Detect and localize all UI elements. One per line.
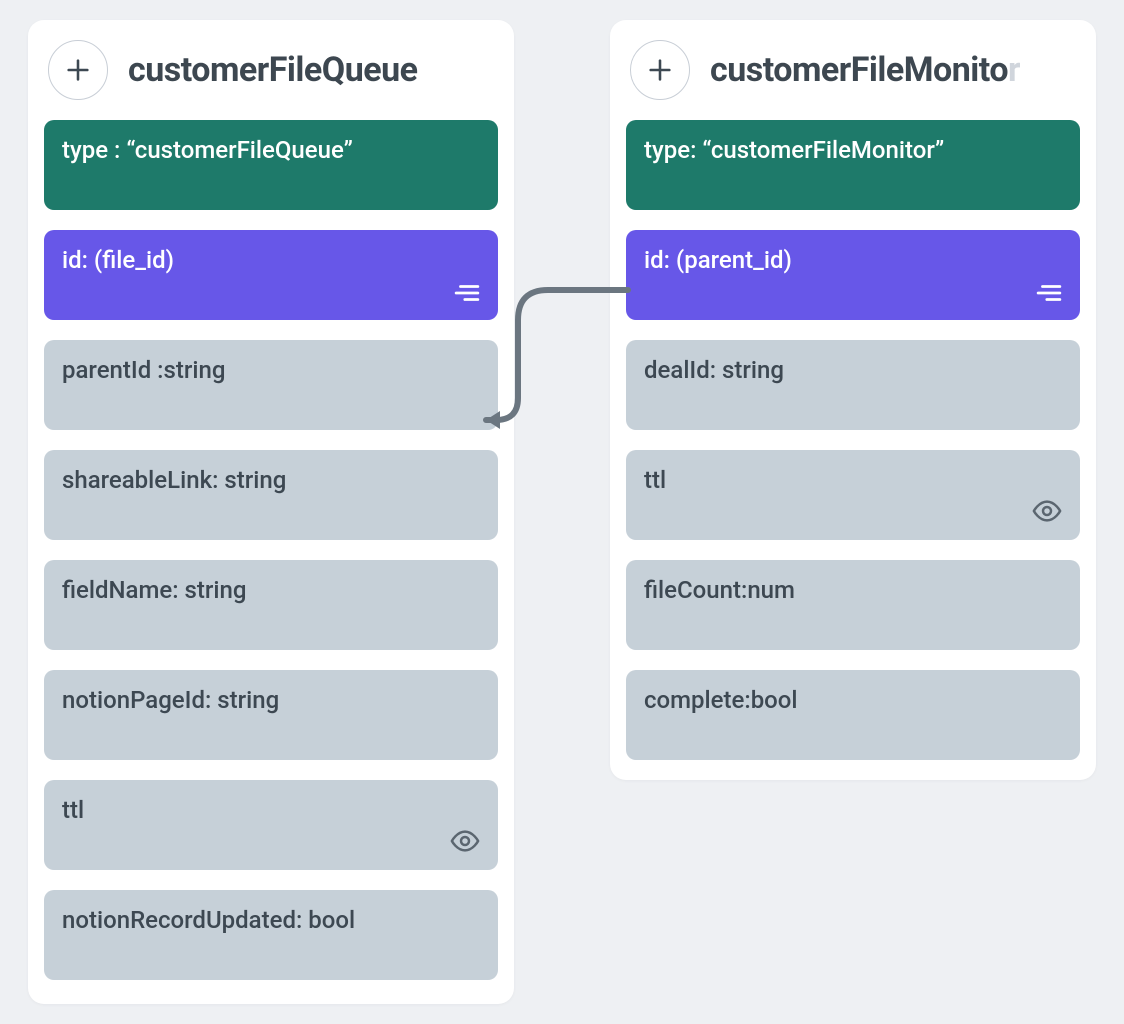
align-icon bbox=[1036, 280, 1062, 306]
entity-header: customerFileMonitor bbox=[626, 40, 1080, 100]
field-attr-ttl[interactable]: ttl bbox=[44, 780, 498, 870]
field-label: dealId: string bbox=[644, 356, 784, 384]
field-label: id: (file_id) bbox=[62, 246, 174, 274]
add-button[interactable] bbox=[48, 40, 108, 100]
field-label: notionRecordUpdated: bool bbox=[62, 906, 355, 934]
entity-title-text: customerFileQueue bbox=[128, 50, 418, 90]
field-attr-notionrecordupdated[interactable]: notionRecordUpdated: bool bbox=[44, 890, 498, 980]
field-label: parentId :string bbox=[62, 356, 225, 384]
eye-icon bbox=[1032, 496, 1062, 526]
field-label: fileCount:num bbox=[644, 576, 795, 604]
field-attr-dealid[interactable]: dealId: string bbox=[626, 340, 1080, 430]
field-attr-filecount[interactable]: fileCount:num bbox=[626, 560, 1080, 650]
field-label: type: “customerFileMonitor” bbox=[644, 136, 944, 164]
plus-icon bbox=[646, 56, 674, 84]
field-label: ttl bbox=[62, 796, 84, 824]
entity-title: customerFileQueue bbox=[128, 50, 418, 90]
entity-card-customerfilequeue[interactable]: customerFileQueue type : “customerFileQu… bbox=[28, 20, 514, 1004]
field-type[interactable]: type : “customerFileQueue” bbox=[44, 120, 498, 210]
entity-title: customerFileMonitor bbox=[710, 50, 1020, 90]
plus-icon bbox=[64, 56, 92, 84]
entity-title-fade: r bbox=[1008, 50, 1020, 90]
entity-title-text: customerFileMonito bbox=[710, 50, 1008, 90]
field-label: type : “customerFileQueue” bbox=[62, 136, 353, 164]
field-label: id: (parent_id) bbox=[644, 246, 792, 274]
field-type[interactable]: type: “customerFileMonitor” bbox=[626, 120, 1080, 210]
field-label: ttl bbox=[644, 466, 666, 494]
field-attr-fieldname[interactable]: fieldName: string bbox=[44, 560, 498, 650]
field-attr-complete[interactable]: complete:bool bbox=[626, 670, 1080, 760]
field-attr-notionpageid[interactable]: notionPageId: string bbox=[44, 670, 498, 760]
field-id[interactable]: id: (file_id) bbox=[44, 230, 498, 320]
field-label: notionPageId: string bbox=[62, 686, 279, 714]
field-label: complete:bool bbox=[644, 686, 798, 714]
align-icon bbox=[454, 280, 480, 306]
entity-card-customerfilemonitor[interactable]: customerFileMonitor type: “customerFileM… bbox=[610, 20, 1096, 780]
field-attr-parentid[interactable]: parentId :string bbox=[44, 340, 498, 430]
field-id[interactable]: id: (parent_id) bbox=[626, 230, 1080, 320]
field-attr-shareablelink[interactable]: shareableLink: string bbox=[44, 450, 498, 540]
eye-icon bbox=[450, 826, 480, 856]
diagram-canvas: customerFileQueue type : “customerFileQu… bbox=[0, 0, 1124, 1024]
field-attr-ttl[interactable]: ttl bbox=[626, 450, 1080, 540]
field-label: shareableLink: string bbox=[62, 466, 286, 494]
field-label: fieldName: string bbox=[62, 576, 246, 604]
entity-header: customerFileQueue bbox=[44, 40, 498, 100]
add-button[interactable] bbox=[630, 40, 690, 100]
